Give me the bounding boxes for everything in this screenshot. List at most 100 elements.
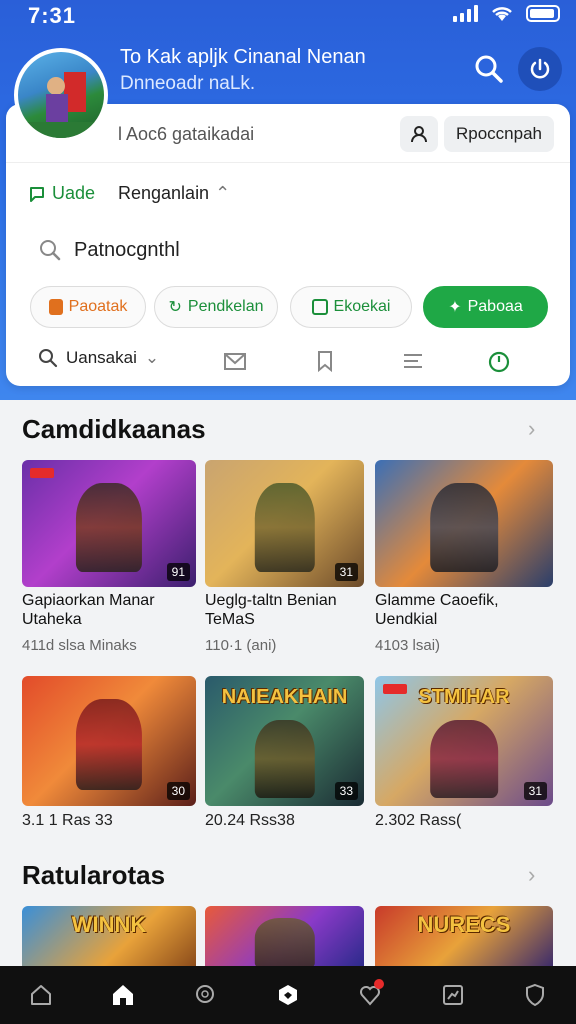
search-icon[interactable] bbox=[472, 52, 506, 86]
sparkle-icon: ✦ bbox=[448, 299, 462, 316]
home-icon bbox=[31, 985, 52, 1005]
nav-stats[interactable] bbox=[433, 975, 473, 1015]
game-card[interactable] bbox=[205, 906, 364, 968]
home-filled-icon bbox=[113, 985, 134, 1005]
nav-library[interactable] bbox=[268, 975, 308, 1015]
game-card[interactable]: 31 Ueglg-taltn Benian TeMaS 110·1 (ani) bbox=[205, 460, 364, 654]
power-icon bbox=[530, 58, 550, 79]
chat-icon bbox=[30, 186, 44, 202]
character-art bbox=[254, 918, 315, 968]
chip-paboaa[interactable]: ✦ Paboaa bbox=[423, 286, 548, 328]
game-card[interactable]: WINNK bbox=[22, 906, 196, 968]
power-button[interactable] bbox=[518, 47, 562, 91]
chip-label: Paoatak bbox=[68, 298, 128, 315]
timer-icon[interactable] bbox=[486, 348, 512, 374]
game-thumbnail: WINNK bbox=[22, 906, 196, 968]
game-meta: 411d slsa Minaks bbox=[22, 637, 137, 654]
search-panel-card: l Aoc6 gataikadai Rpoccnpah Uade Renganl… bbox=[6, 104, 570, 386]
app-subtitle: Dnneoadr naLk. bbox=[120, 73, 256, 94]
game-card[interactable]: STMIHAR 31 2.302 Rass( bbox=[375, 676, 553, 830]
search-icon bbox=[40, 240, 61, 261]
chart-icon bbox=[442, 985, 463, 1005]
chip-paoatak[interactable]: Paoatak bbox=[30, 286, 146, 328]
game-thumbnail: NAIEAKHAIN 33 bbox=[205, 676, 364, 806]
sort-dropdown[interactable]: Uansakai ⌄ bbox=[38, 348, 159, 368]
chevron-up-icon: ⌃ bbox=[215, 183, 231, 203]
app-title: To Kak apljk Cinanal Nenan bbox=[120, 46, 366, 68]
game-meta: 4103 lsai) bbox=[375, 637, 441, 654]
character-art bbox=[254, 482, 315, 572]
profile-button[interactable] bbox=[400, 116, 438, 152]
game-title: Gapiaorkan Manar Utaheka bbox=[22, 592, 155, 628]
game-thumbnail bbox=[205, 906, 364, 968]
chevron-right-icon[interactable]: › bbox=[528, 862, 535, 888]
nav-favorites[interactable] bbox=[350, 975, 390, 1015]
tab-label: Renganlain bbox=[118, 183, 210, 203]
game-thumbnail: STMIHAR 31 bbox=[375, 676, 553, 806]
game-title: Glamme Caoefik, Uendkial bbox=[375, 592, 499, 628]
game-logo: WINNK bbox=[71, 912, 147, 937]
chevron-down-icon: ⌄ bbox=[144, 348, 160, 367]
game-card[interactable]: NURECS bbox=[375, 906, 553, 968]
nav-search[interactable] bbox=[186, 975, 226, 1015]
game-card[interactable]: NAIEAKHAIN 33 20.24 Rss38 bbox=[205, 676, 364, 830]
game-thumbnail: 31 bbox=[205, 460, 364, 587]
game-logo: STMIHAR bbox=[418, 686, 510, 709]
badge: 31 bbox=[334, 563, 358, 581]
badge: 30 bbox=[166, 782, 190, 800]
tab-label: Uade bbox=[52, 183, 96, 203]
section-title: Camdidkaanas bbox=[22, 414, 206, 444]
user-icon bbox=[411, 126, 427, 143]
search-field[interactable]: Patnocgnthl bbox=[24, 222, 554, 278]
nav-home[interactable] bbox=[103, 975, 143, 1015]
game-thumbnail: 30 bbox=[22, 676, 196, 806]
list-icon[interactable] bbox=[400, 348, 426, 374]
chip-label: Paboaa bbox=[467, 298, 523, 315]
character-art bbox=[75, 699, 143, 791]
character-art bbox=[75, 482, 143, 572]
wifi-icon bbox=[492, 7, 512, 21]
bottom-navigation bbox=[0, 966, 576, 1024]
game-card[interactable]: 30 3.1 1 Ras 33 bbox=[22, 676, 196, 830]
nav-home-outline[interactable] bbox=[21, 975, 61, 1015]
character-art bbox=[254, 720, 315, 799]
filter-chips: Paoatak ↻ Pendkelan Ekoekai ✦ Paboaa bbox=[6, 286, 570, 328]
tab-renganlain[interactable]: Renganlain ⌃ bbox=[118, 183, 230, 204]
section-title: Ratularotas bbox=[22, 860, 166, 890]
search-input[interactable]: Patnocgnthl bbox=[74, 239, 180, 262]
notification-dot bbox=[374, 979, 385, 989]
search-icon bbox=[195, 985, 214, 1003]
game-thumbnail: NURECS bbox=[375, 906, 553, 968]
badge: 91 bbox=[166, 563, 190, 581]
chip-pendkelan[interactable]: ↻ Pendkelan bbox=[154, 286, 278, 328]
chip-ekoekai[interactable]: Ekoekai bbox=[290, 286, 412, 328]
sort-label: Uansakai bbox=[66, 348, 137, 367]
bookmark-icon[interactable] bbox=[312, 348, 338, 374]
game-card[interactable]: 91 Gapiaorkan Manar Utaheka 411d slsa Mi… bbox=[22, 460, 196, 654]
profile-avatar[interactable] bbox=[14, 48, 108, 142]
battery-icon bbox=[526, 4, 560, 22]
search-icon bbox=[39, 349, 58, 368]
card-action-button[interactable]: Rpoccnpah bbox=[444, 116, 554, 152]
game-meta: 2.302 Rass( bbox=[375, 812, 462, 829]
cube-icon bbox=[278, 985, 297, 1005]
refresh-icon: ↻ bbox=[168, 299, 182, 316]
game-meta: 3.1 1 Ras 33 bbox=[22, 812, 113, 829]
nav-profile[interactable] bbox=[515, 975, 555, 1015]
tab-bar: Uade Renganlain ⌃ bbox=[6, 162, 570, 220]
status-time: 7:31 bbox=[28, 3, 77, 28]
new-tag bbox=[30, 468, 54, 478]
game-logo: NURECS bbox=[417, 912, 511, 937]
chevron-right-icon[interactable]: › bbox=[528, 416, 535, 442]
tab-uade[interactable]: Uade bbox=[28, 183, 95, 204]
game-logo: NAIEAKHAIN bbox=[221, 686, 348, 709]
mail-icon[interactable] bbox=[222, 348, 248, 374]
badge: 33 bbox=[334, 782, 358, 800]
game-thumbnail bbox=[375, 460, 553, 587]
status-bar: 7:31 bbox=[0, 0, 576, 30]
character-art bbox=[430, 720, 498, 799]
game-meta: 20.24 Rss38 bbox=[205, 812, 295, 829]
shield-icon bbox=[525, 983, 544, 1007]
game-card[interactable]: Glamme Caoefik, Uendkial 4103 lsai) bbox=[375, 460, 553, 654]
game-thumbnail: 91 bbox=[22, 460, 196, 587]
